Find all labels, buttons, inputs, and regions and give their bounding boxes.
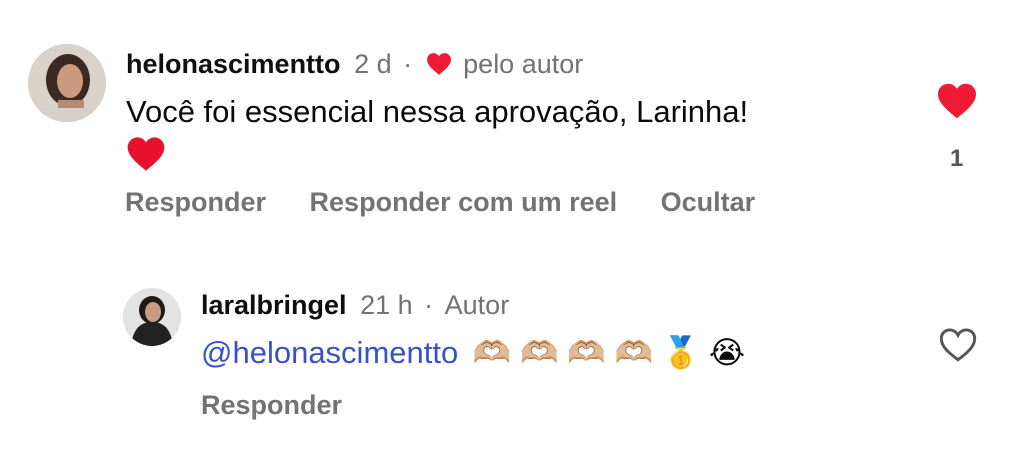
emoji-text: 🫶🏼 🫶🏼 🫶🏼 🫶🏼 🥇 😭 [472,335,746,370]
comment-text: Você foi essencial nessa aprovação, Lari… [126,92,886,173]
heart-emoji-icon [127,137,165,171]
separator: · [424,290,434,320]
reply-button[interactable]: Responder [125,187,266,218]
separator: · [403,49,413,79]
avatar[interactable] [28,44,106,122]
timestamp: 2 d [354,49,392,79]
timestamp: 21 h [360,290,413,320]
hide-button[interactable]: Ocultar [661,187,756,218]
avatar[interactable] [123,288,181,346]
comment-text: @helonascimentto 🫶🏼 🫶🏼 🫶🏼 🫶🏼 🥇 😭 [201,333,901,373]
like-count: 1 [950,145,964,172]
username[interactable]: laralbringel [201,290,347,320]
mention-link[interactable]: @helonascimentto [201,335,458,370]
comment-header: laralbringel 21 h · Autor [201,289,509,321]
liked-by-author-label: pelo autor [463,49,584,79]
reply-button[interactable]: Responder [201,390,342,421]
like-button[interactable] [936,82,978,125]
username[interactable]: helonascimentto [126,49,341,79]
reply-with-reel-button[interactable]: Responder com um reel [310,187,618,218]
comment-text-content: Você foi essencial nessa aprovação, Lari… [126,94,749,129]
author-badge: Autor [444,290,510,320]
heart-icon [426,53,451,75]
comment-actions: Responder Responder com um reel Ocultar [125,187,755,218]
comment-header: helonascimentto 2 d · pelo autor [126,48,583,80]
comment-actions: Responder [201,390,342,421]
heart-icon [938,83,976,119]
heart-outline-icon [939,328,977,362]
like-button[interactable] [938,327,978,368]
